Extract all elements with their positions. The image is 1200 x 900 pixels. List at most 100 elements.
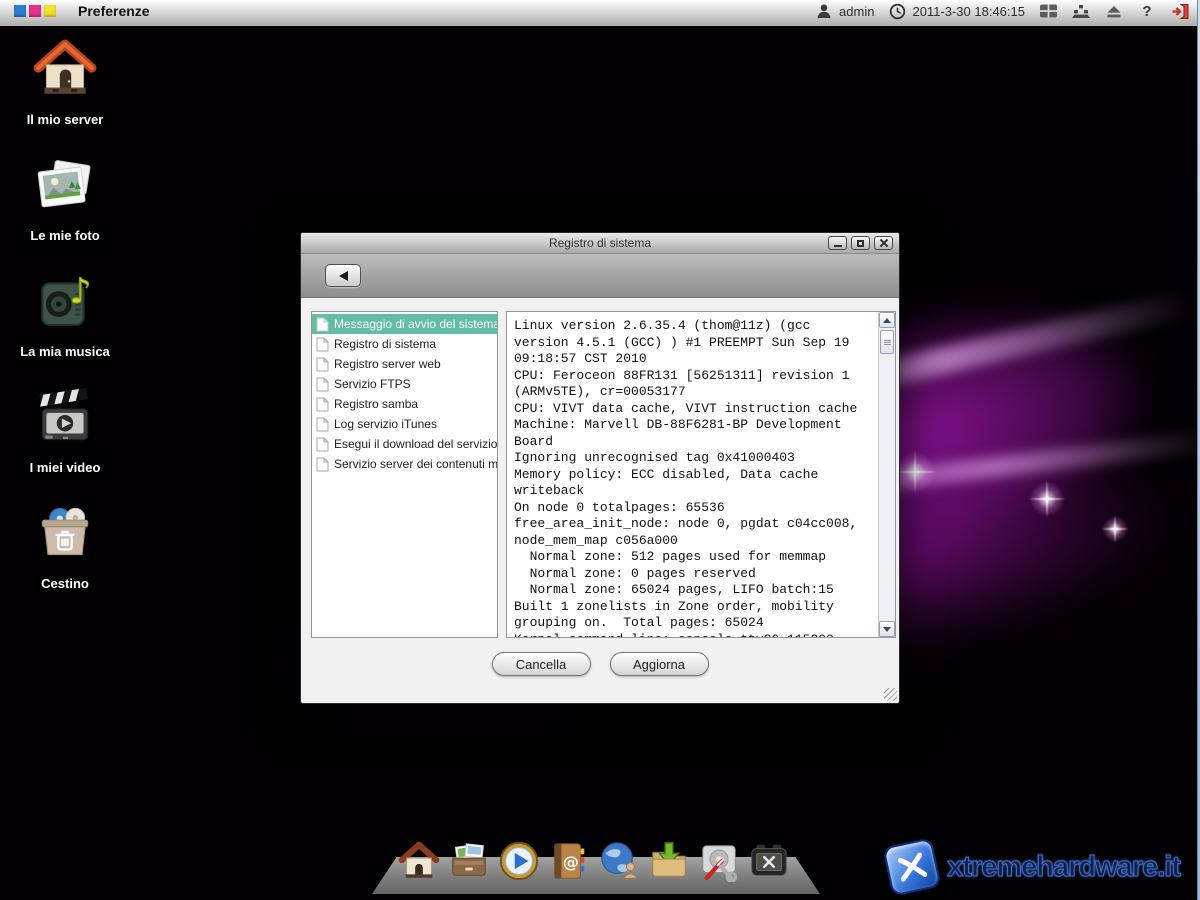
document-icon [316, 357, 329, 372]
xtremehardware-logo [883, 837, 942, 896]
logout-icon[interactable] [1170, 2, 1190, 20]
dialog-button-row: Cancella Aggiorna [301, 652, 899, 676]
dialog-titlebar[interactable]: Registro di sistema [301, 233, 899, 254]
dock-disk-tools[interactable] [698, 838, 740, 882]
network-globe-icon [598, 840, 640, 882]
logo-square-magenta [29, 5, 41, 17]
minimize-button[interactable] [828, 236, 847, 250]
svg-text:♪: ♪ [69, 271, 91, 312]
photos-icon [32, 152, 98, 223]
desktop-icon-trash[interactable]: Cestino [32, 500, 98, 591]
log-content-panel: Linux version 2.6.35.4 (thom@11z) (gcc v… [506, 311, 896, 638]
dock-downloads[interactable] [648, 838, 690, 882]
topbar-status-area: admin 2011-3-30 18:46:15 ? [814, 2, 1190, 20]
page-title: Preferenze [78, 3, 150, 19]
dock-device-manager[interactable] [748, 838, 790, 882]
list-item-boot-message[interactable]: Messaggio di avvio del sistema [312, 314, 497, 334]
desktop-icon-my-photos[interactable]: Le mie foto [30, 152, 99, 243]
dock-media-player[interactable] [498, 838, 540, 882]
document-icon [316, 337, 329, 352]
resize-grip[interactable] [884, 688, 897, 701]
list-item-itunes-log[interactable]: Log servizio iTunes [312, 414, 497, 434]
desktop-icon-my-server[interactable]: Il mio server [27, 36, 104, 127]
desktop-icon-label: Il mio server [27, 112, 104, 127]
close-button[interactable] [874, 236, 893, 250]
log-text: Linux version 2.6.35.4 (thom@11z) (gcc v… [507, 312, 878, 637]
document-icon [316, 317, 329, 332]
minimize-icon [834, 245, 842, 247]
refresh-button[interactable]: Aggiorna [610, 652, 709, 676]
list-item-samba-log[interactable]: Registro samba [312, 394, 497, 414]
scrollbar-thumb[interactable] [880, 330, 894, 354]
document-icon [316, 457, 329, 472]
clear-button[interactable]: Cancella [492, 652, 591, 676]
document-icon [316, 397, 329, 412]
desktop-icon-my-music[interactable]: ♪ La mia musica [20, 268, 110, 359]
list-item-label: Messaggio di avvio del sistema [334, 317, 497, 331]
home-icon [32, 36, 98, 107]
close-icon [879, 239, 888, 248]
logo-square-yellow [44, 5, 56, 17]
sparkle-star [1101, 515, 1129, 543]
network-places-icon[interactable] [1071, 2, 1091, 20]
system-log-dialog: Registro di sistema Messaggio di avvio d… [300, 232, 900, 704]
username-label: admin [839, 4, 874, 19]
document-icon [316, 437, 329, 452]
scrollbar-track[interactable] [879, 356, 895, 621]
back-button[interactable] [325, 264, 361, 287]
list-item-download-service[interactable]: Esegui il download del servizio [312, 434, 497, 454]
media-player-icon [498, 840, 540, 882]
logo-square-blue [14, 5, 26, 17]
desktop-icon-label: Cestino [41, 576, 89, 591]
maximize-button[interactable] [851, 236, 870, 250]
list-item-label: Log servizio iTunes [334, 417, 437, 431]
device-manager-icon [748, 840, 790, 882]
dock-home[interactable] [398, 838, 440, 882]
photos-drawer-icon [448, 840, 490, 882]
list-item-web-server-log[interactable]: Registro server web [312, 354, 497, 374]
dock-photos[interactable] [448, 838, 490, 882]
eject-icon[interactable] [1104, 2, 1124, 20]
desktop-icon-label: Le mie foto [30, 228, 99, 243]
list-item-label: Registro server web [334, 357, 441, 371]
music-icon: ♪ [32, 268, 98, 339]
user-icon [814, 2, 834, 20]
desktop-screen: Preferenze admin 2011-3-30 18:46:15 ? [0, 0, 1200, 900]
scroll-down-button[interactable] [879, 621, 895, 637]
downloads-folder-icon [648, 840, 690, 882]
desktop-icon-label: La mia musica [20, 344, 110, 359]
dock-network[interactable] [598, 838, 640, 882]
list-item-ftps-service[interactable]: Servizio FTPS [312, 374, 497, 394]
disk-tools-icon [698, 840, 740, 882]
back-arrow-icon [339, 271, 348, 281]
dialog-title: Registro di sistema [549, 236, 651, 250]
top-menu-bar: Preferenze admin 2011-3-30 18:46:15 ? [0, 0, 1200, 30]
datetime-label: 2011-3-30 18:46:15 [912, 4, 1025, 19]
clock-icon [887, 2, 907, 20]
video-icon [32, 384, 98, 455]
contacts-icon: @ [548, 840, 590, 882]
thumb-grip-icon [884, 340, 891, 345]
desktop-icon-label: I miei video [30, 460, 101, 475]
window-grid-icon[interactable] [1038, 2, 1058, 20]
desktop-icon-my-videos[interactable]: I miei video [30, 384, 101, 475]
list-item-system-log[interactable]: Registro di sistema [312, 334, 497, 354]
brand-logo [14, 5, 56, 17]
log-scrollbar[interactable] [878, 312, 895, 637]
arrow-down-icon [883, 627, 891, 632]
list-item-label: Servizio server dei contenuti multimedia… [334, 457, 497, 471]
document-icon [316, 377, 329, 392]
help-icon[interactable]: ? [1137, 2, 1157, 20]
log-category-list: Messaggio di avvio del sistema Registro … [311, 311, 498, 638]
maximize-icon [857, 240, 864, 247]
document-icon [316, 417, 329, 432]
dock-contacts[interactable]: @ [548, 838, 590, 882]
scroll-up-button[interactable] [879, 312, 895, 328]
arrow-up-icon [883, 318, 891, 323]
watermark-text: xtremehardware.it [947, 851, 1180, 884]
list-item-media-server[interactable]: Servizio server dei contenuti multimedia… [312, 454, 497, 474]
dialog-body: Messaggio di avvio del sistema Registro … [301, 298, 899, 703]
window-controls [828, 236, 893, 250]
desktop-icon-column: Il mio server Le mie foto [0, 36, 130, 591]
dock: @ [398, 838, 790, 882]
